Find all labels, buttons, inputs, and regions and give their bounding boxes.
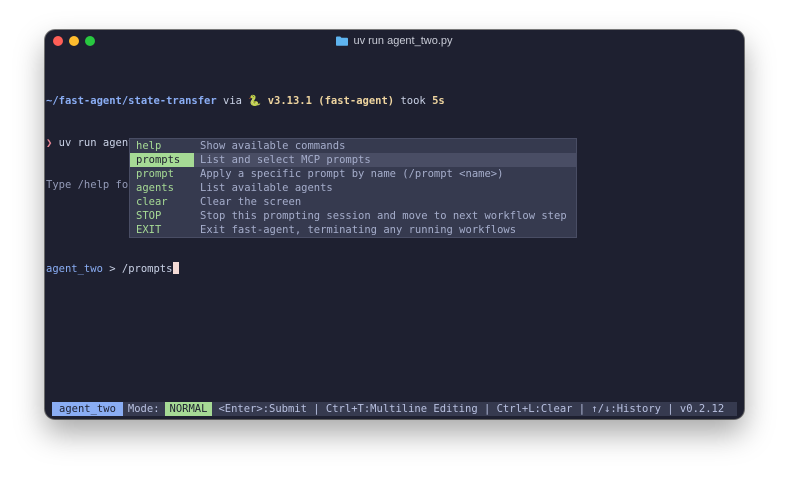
status-mode-badge: NORMAL [164, 402, 213, 416]
command-input[interactable]: /prompts [122, 263, 173, 275]
text-cursor [173, 262, 180, 274]
python-icon: 🐍 [248, 95, 262, 107]
agent-name: agent_two [46, 263, 103, 275]
status-keybinding-hints: <Enter>:Submit | Ctrl+T:Multiline Editin… [218, 403, 725, 415]
status-agent-badge: agent_two [52, 402, 123, 416]
window-title-group: uv run agent_two.py [336, 35, 453, 47]
completion-description: Show available commands [200, 140, 346, 152]
completion-description: List and select MCP prompts [194, 153, 576, 167]
via-text: via [216, 95, 249, 107]
completion-item-clear[interactable]: clear Clear the screen [130, 195, 576, 209]
completion-description: Clear the screen [200, 196, 302, 208]
status-bar: agent_two Mode: NORMAL <Enter>:Submit | … [52, 402, 737, 416]
completion-description: Stop this prompting session and move to … [200, 210, 567, 222]
completion-command: help [136, 140, 162, 152]
completion-item-prompt[interactable]: prompt Apply a specific prompt by name (/… [130, 167, 576, 181]
agent-prompt-line[interactable]: agent_two > /prompts [46, 262, 744, 276]
shell-prompt-line: ~/fast-agent/state-transfer via 🐍 v3.13.… [46, 94, 744, 108]
completion-command: prompts [130, 153, 194, 167]
completion-item-prompts[interactable]: prompts List and select MCP prompts [130, 153, 576, 167]
completion-command: agents [136, 182, 174, 194]
completion-command: EXIT [136, 224, 162, 236]
minimize-button[interactable] [69, 36, 79, 46]
window-title: uv run agent_two.py [353, 35, 453, 47]
close-button[interactable] [53, 36, 63, 46]
python-version: v3.13.1 (fast-agent) [261, 95, 395, 107]
title-bar: uv run agent_two.py [45, 30, 744, 52]
folder-icon [336, 36, 349, 46]
completion-description: List available agents [200, 182, 333, 194]
terminal-window: uv run agent_two.py ~/fast-agent/state-t… [45, 30, 744, 419]
window-controls [53, 36, 95, 46]
command-duration: 5s [432, 95, 445, 107]
completion-command: clear [136, 196, 168, 208]
completion-item-help[interactable]: help Show available commands [130, 139, 576, 153]
completion-item-exit[interactable]: EXIT Exit fast-agent, terminating any run… [130, 223, 576, 237]
completion-item-agents[interactable]: agents List available agents [130, 181, 576, 195]
completion-item-stop[interactable]: STOP Stop this prompting session and move… [130, 209, 576, 223]
completion-command: prompt [136, 168, 174, 180]
completion-menu[interactable]: help Show available commands prompts List … [129, 138, 577, 238]
zoom-button[interactable] [85, 36, 95, 46]
completion-description: Apply a specific prompt by name (/prompt… [200, 168, 504, 180]
status-mode-label: Mode: [127, 403, 160, 415]
cwd-path: ~/fast-agent/state-transfer [46, 95, 217, 107]
took-text: took [394, 95, 433, 107]
completion-command: STOP [136, 210, 162, 222]
completion-description: Exit fast-agent, terminating any running… [200, 224, 517, 236]
prompt-separator: > [102, 263, 122, 275]
